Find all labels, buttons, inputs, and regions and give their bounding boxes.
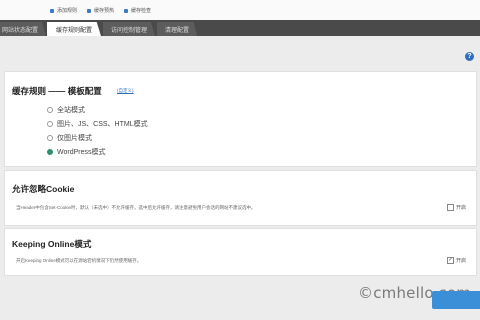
refresh-icon: [87, 8, 92, 13]
breadcrumb: 添加规则 缓存预热 缓存检查: [50, 7, 151, 14]
option-label: 图片、JS、CSS、HTML模式: [57, 121, 148, 128]
keeping-online-description: 开启Keeping Online模式可以在源站宕机情况下仍然使用缓存。: [16, 258, 142, 263]
option-full-site[interactable]: 全站模式: [47, 105, 85, 115]
tab-access-control[interactable]: 访问控制管理: [103, 22, 155, 36]
option-wordpress[interactable]: WordPress模式: [47, 147, 106, 157]
top-toolbar: 添加规则 缓存预热 缓存检查: [0, 0, 480, 20]
breadcrumb-label: 缓存检查: [131, 8, 152, 14]
cache-rule-card: 缓存规则 —— 模板配置 (自定义) 全站模式 图片、JS、CSS、HTML模式…: [4, 71, 477, 167]
tab-site-status[interactable]: 网站状态配置: [0, 22, 46, 36]
radio-button[interactable]: [47, 107, 53, 113]
plus-icon: [50, 8, 54, 13]
option-label: 仅图片模式: [57, 135, 92, 142]
option-images-only[interactable]: 仅图片模式: [47, 133, 92, 143]
toggle-label: 开启: [456, 258, 467, 264]
keeping-online-title: Keeping Online模式: [12, 239, 92, 249]
breadcrumb-cache-check[interactable]: 缓存检查: [124, 7, 151, 14]
checkbox-checked[interactable]: ✓: [447, 257, 454, 264]
option-label: 全站模式: [57, 107, 85, 114]
breadcrumb-cache-warmup[interactable]: 缓存预热: [87, 7, 114, 14]
checkbox[interactable]: [447, 204, 454, 211]
check-icon: [124, 8, 129, 13]
breadcrumb-add-rule[interactable]: 添加规则: [50, 7, 77, 14]
cookie-description: 当Header中包含Set-Cookie时，默认（未选中）不允许缓存，选中后允许…: [16, 205, 256, 210]
toggle-label: 开启: [456, 205, 467, 211]
radio-button-selected[interactable]: [47, 149, 53, 155]
template-edit-link[interactable]: (自定义): [117, 88, 134, 94]
option-static-files[interactable]: 图片、JS、CSS、HTML模式: [47, 119, 148, 129]
cookie-toggle[interactable]: 开启: [447, 204, 466, 211]
keeping-online-card: Keeping Online模式 开启Keeping Online模式可以在源站…: [4, 228, 477, 276]
cookie-title: 允许忽略Cookie: [12, 184, 75, 194]
breadcrumb-label: 添加规则: [57, 8, 78, 14]
help-icon[interactable]: ?: [465, 52, 474, 61]
save-button[interactable]: [432, 291, 480, 309]
cookie-card: 允许忽略Cookie 当Header中包含Set-Cookie时，默认（未选中）…: [4, 170, 477, 226]
breadcrumb-label: 缓存预热: [94, 8, 115, 14]
radio-button[interactable]: [47, 135, 53, 141]
cache-rule-title: 缓存规则 —— 模板配置: [12, 86, 102, 96]
tab-cleanup[interactable]: 清理配置: [157, 22, 197, 36]
option-label: WordPress模式: [57, 149, 106, 156]
radio-button[interactable]: [47, 121, 53, 127]
tab-cache-rules[interactable]: 缓存规则配置: [47, 22, 101, 36]
keeping-online-toggle[interactable]: ✓ 开启: [447, 257, 466, 264]
